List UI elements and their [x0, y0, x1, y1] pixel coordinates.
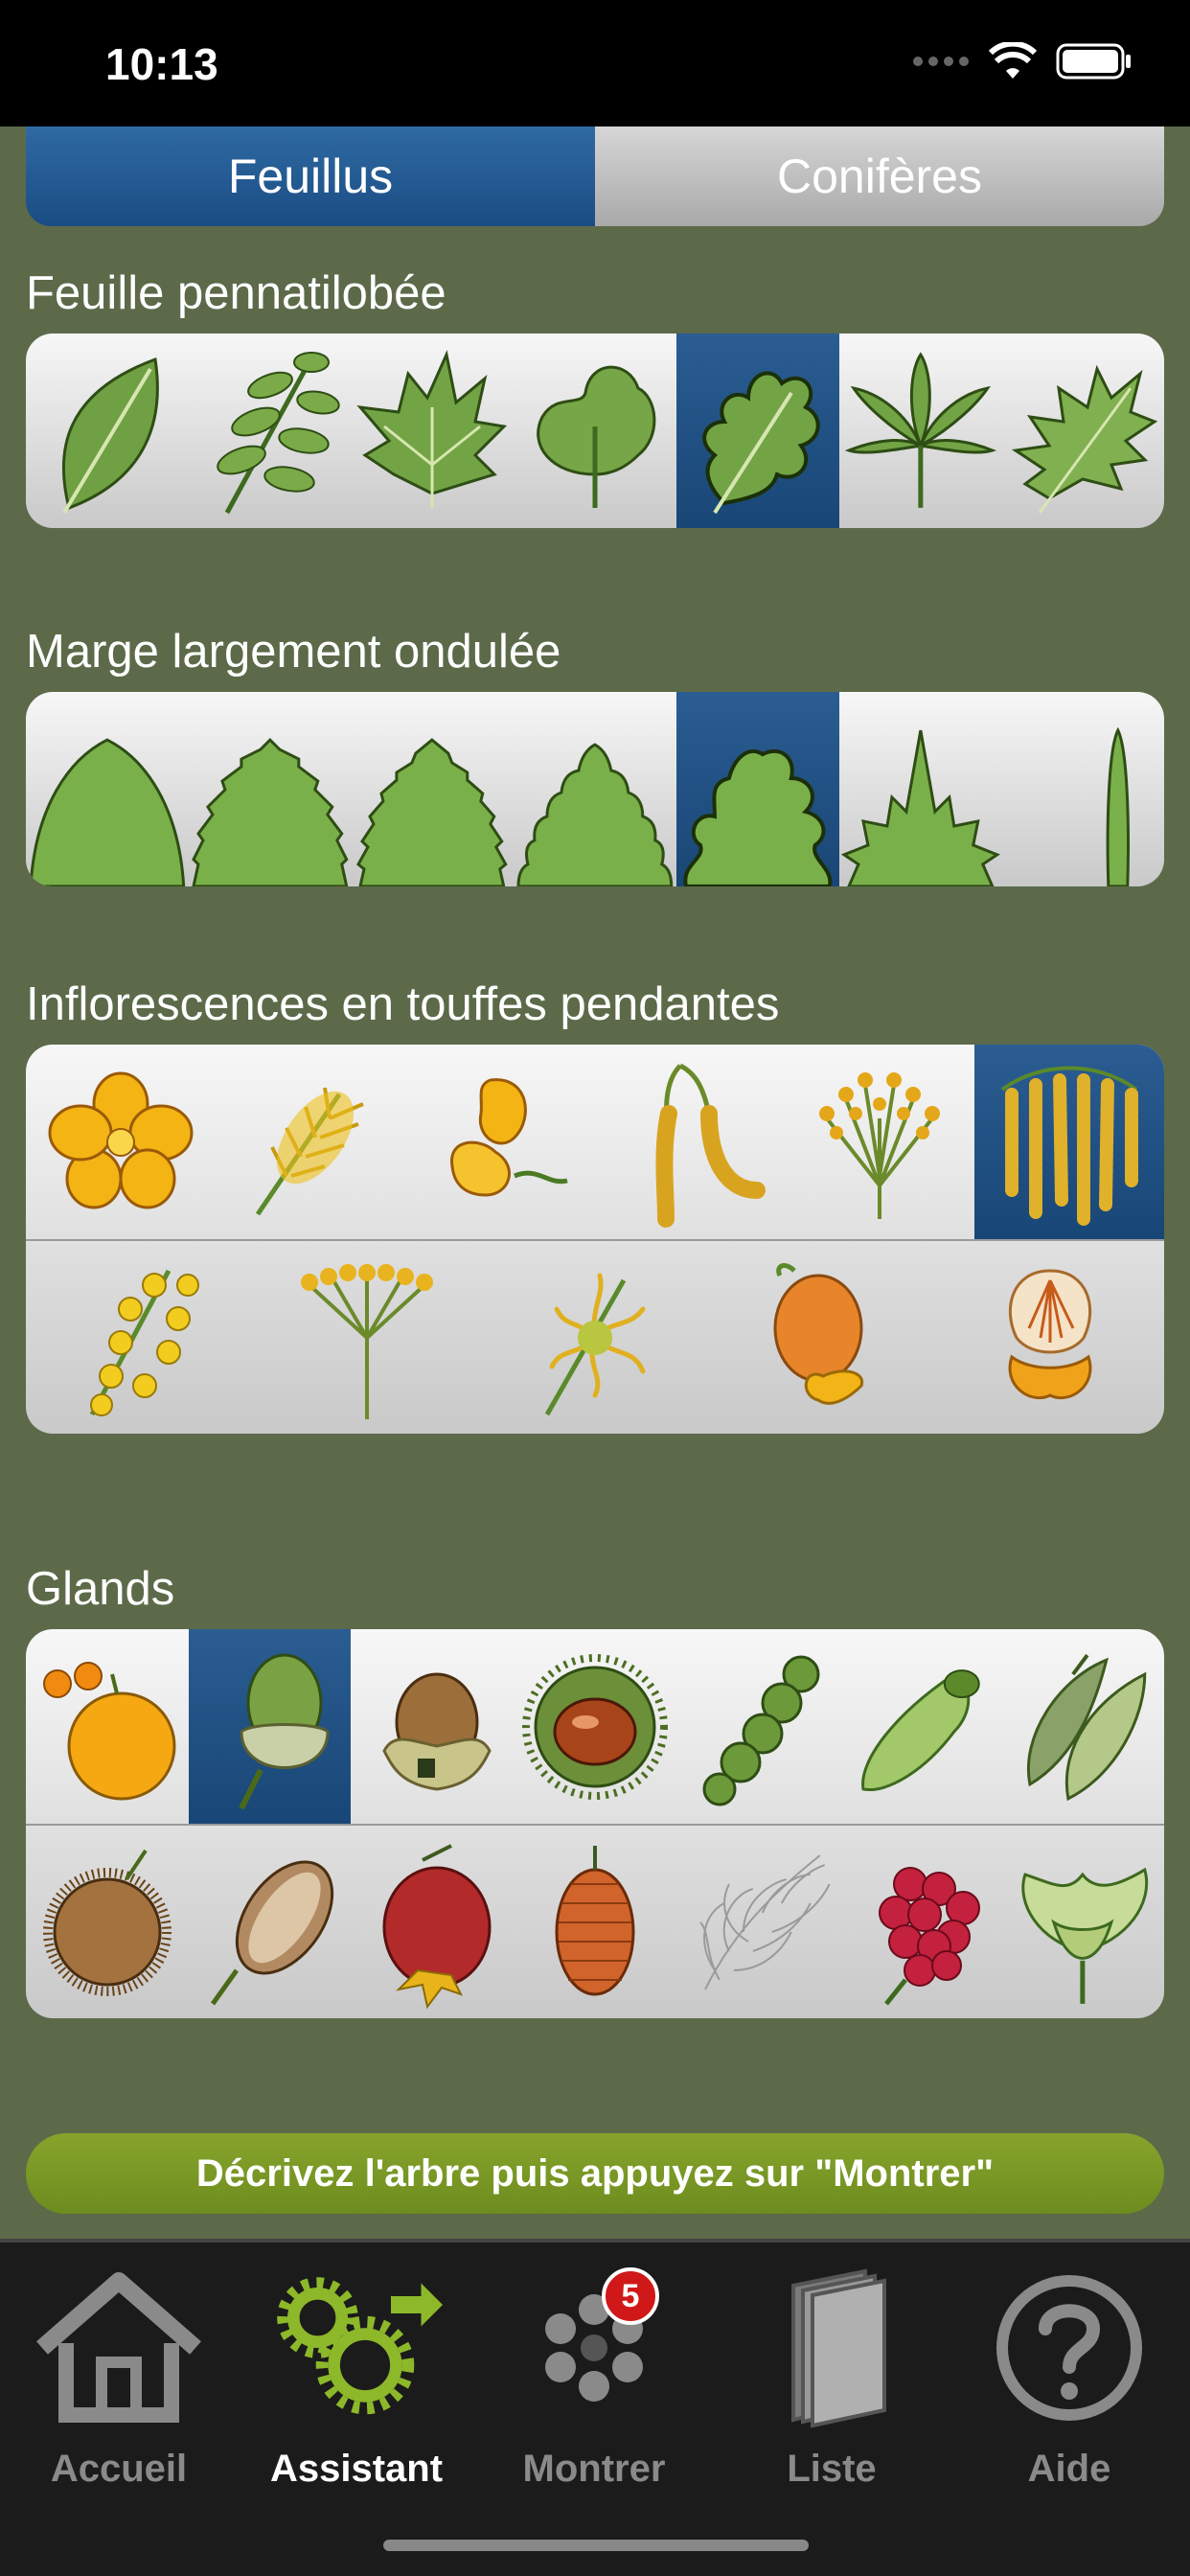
serrate-margin-icon[interactable] — [189, 692, 352, 886]
segment-coniferes[interactable]: Conifères — [595, 126, 1164, 226]
leaf-shape-panel — [26, 334, 1164, 528]
cone-icon[interactable] — [514, 1826, 676, 2018]
inflorescence-title: Inflorescences en touffes pendantes — [26, 978, 780, 1030]
tab-liste[interactable]: Liste — [713, 2262, 950, 2520]
flower-icon: 5 — [508, 2262, 680, 2434]
spike-flower-icon[interactable] — [216, 1045, 405, 1239]
inflorescence-panel — [26, 1045, 1164, 1434]
orchid-flower-icon[interactable] — [936, 1241, 1164, 1434]
legume-pod-icon[interactable] — [1001, 1629, 1164, 1824]
notification-badge: 5 — [602, 2267, 659, 2325]
rosehip-icon[interactable] — [351, 1826, 514, 2018]
pinnate-leaf-icon[interactable] — [189, 334, 352, 528]
entire-margin-icon[interactable] — [26, 692, 189, 886]
spidery-flower-icon[interactable] — [481, 1241, 709, 1434]
husk-fruit-icon[interactable] — [1001, 1826, 1164, 2018]
spiky-ball-icon[interactable] — [26, 1826, 189, 2018]
pinnatilobed-leaf-icon[interactable] — [675, 334, 839, 528]
umbel-flower-icon[interactable] — [254, 1241, 482, 1434]
acorn-icon[interactable] — [188, 1629, 352, 1824]
tab-bar: Accueil Assistant 5 Montrer Liste Aide — [0, 2239, 1190, 2576]
margin-title: Marge largement ondulée — [26, 626, 561, 678]
status-icons — [912, 42, 1133, 80]
palmate-compound-leaf-icon[interactable] — [839, 334, 1002, 528]
hanging-catkin-icon[interactable] — [595, 1045, 785, 1239]
spiny-margin-icon[interactable] — [839, 692, 1002, 886]
pea-flower-icon[interactable] — [405, 1045, 595, 1239]
samara-icon[interactable] — [839, 1629, 1002, 1824]
pinnatifid-deep-leaf-icon[interactable] — [1001, 334, 1164, 528]
crenate-margin-icon[interactable] — [514, 692, 676, 886]
panicle-flower-icon[interactable] — [26, 1241, 254, 1434]
pendant-tufts-icon[interactable] — [974, 1045, 1164, 1239]
tab-montrer-label: Montrer — [522, 2448, 666, 2490]
margin-panel — [26, 692, 1164, 886]
feathery-seed-icon[interactable] — [676, 1826, 839, 2018]
pod-icon[interactable] — [676, 1629, 839, 1824]
status-bar: 10:13 — [0, 0, 1190, 126]
leaf-shape-title: Feuille pennatilobée — [26, 267, 446, 319]
tab-liste-label: Liste — [787, 2448, 877, 2490]
fruit-panel — [26, 1629, 1164, 2018]
brush-flower-icon[interactable] — [785, 1045, 974, 1239]
double-serrate-margin-icon[interactable] — [351, 692, 514, 886]
trilobed-leaf-icon[interactable] — [514, 334, 676, 528]
tab-accueil[interactable]: Accueil — [0, 2262, 238, 2520]
house-icon — [33, 2262, 205, 2434]
tab-aide-label: Aide — [1027, 2448, 1111, 2490]
simple-leaf-icon[interactable] — [26, 334, 189, 528]
gears-icon — [270, 2262, 443, 2434]
book-stack-icon — [745, 2262, 918, 2434]
battery-icon — [1056, 43, 1131, 80]
raspberry-icon[interactable] — [839, 1826, 1002, 2018]
orange-fruit-icon[interactable] — [26, 1629, 189, 1824]
orange-bell-flower-icon[interactable] — [709, 1241, 937, 1434]
home-indicator — [383, 2540, 809, 2551]
nut-icon[interactable] — [189, 1826, 352, 2018]
instruction-banner: Décrivez l'arbre puis appuyez sur "Montr… — [26, 2133, 1164, 2214]
status-time: 10:13 — [105, 39, 218, 89]
tab-aide[interactable]: Aide — [950, 2262, 1188, 2520]
sinuate-margin-icon[interactable] — [675, 692, 839, 886]
segment-feuillus[interactable]: Feuillus — [26, 126, 595, 226]
help-icon — [983, 2262, 1156, 2434]
chestnut-icon[interactable] — [514, 1629, 676, 1824]
hazelnut-icon[interactable] — [351, 1629, 514, 1824]
wifi-icon — [989, 42, 1037, 79]
tab-montrer[interactable]: 5 Montrer — [475, 2262, 713, 2520]
tab-accueil-label: Accueil — [50, 2448, 188, 2490]
fruit-title: Glands — [26, 1563, 175, 1615]
signal-icon — [913, 57, 969, 66]
tab-assistant[interactable]: Assistant — [238, 2262, 475, 2520]
palmate-lobed-leaf-icon[interactable] — [351, 334, 514, 528]
open-flower-icon[interactable] — [26, 1045, 216, 1239]
tab-assistant-label: Assistant — [269, 2448, 444, 2490]
linear-margin-icon[interactable] — [1001, 692, 1164, 886]
category-segmented-control: Feuillus Conifères — [26, 126, 1164, 226]
